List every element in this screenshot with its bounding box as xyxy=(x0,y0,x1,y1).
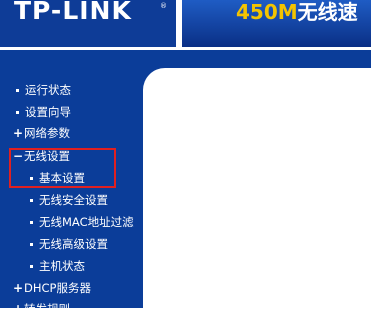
sidebar-item-label: DHCP服务器 xyxy=(24,281,91,295)
bullet-icon xyxy=(30,199,33,202)
sidebar-item-label: 无线MAC地址过滤 xyxy=(39,215,134,229)
registered-mark: ® xyxy=(160,2,167,10)
tp-link-logo: TP-LINK ® xyxy=(0,0,176,47)
bullet-icon xyxy=(30,265,33,268)
sidebar-item-wireless-advanced[interactable]: 无线高级设置 xyxy=(30,234,108,254)
product-banner: 450M无线速 xyxy=(182,0,371,47)
brand-name: TP-LINK xyxy=(14,0,132,25)
bullet-icon xyxy=(30,221,33,224)
header: TP-LINK ® 450M无线速 xyxy=(0,0,371,50)
sidebar-item-network[interactable]: +网络参数 xyxy=(13,123,70,143)
sidebar-item-label: 运行状态 xyxy=(25,83,71,97)
sidebar-item-wireless-security[interactable]: 无线安全设置 xyxy=(30,190,108,210)
sidebar-item-status[interactable]: 运行状态 xyxy=(16,80,71,100)
sidebar-item-setup-wizard[interactable]: 设置向导 xyxy=(16,102,71,122)
sidebar-item-forwarding[interactable]: +转发规则 xyxy=(13,299,70,319)
highlight-box xyxy=(9,148,116,188)
bullet-icon xyxy=(16,111,19,114)
plus-icon: + xyxy=(13,302,24,316)
sidebar-item-label: 网络参数 xyxy=(24,126,70,140)
sidebar-item-label: 设置向导 xyxy=(25,105,71,119)
banner-speed: 450M xyxy=(236,0,298,24)
bullet-icon xyxy=(30,243,33,246)
sidebar-item-dhcp[interactable]: +DHCP服务器 xyxy=(13,278,91,298)
plus-icon: + xyxy=(13,281,24,295)
sidebar-item-mac-filter[interactable]: 无线MAC地址过滤 xyxy=(30,212,134,232)
sidebar-item-host-status[interactable]: 主机状态 xyxy=(30,256,85,276)
bullet-icon xyxy=(16,89,19,92)
sidebar-item-label: 无线高级设置 xyxy=(39,237,108,251)
sidebar-item-label: 主机状态 xyxy=(39,259,85,273)
plus-icon: + xyxy=(13,126,24,140)
sidebar-item-label: 无线安全设置 xyxy=(39,193,108,207)
banner-label: 无线速 xyxy=(297,0,358,24)
banner-text: 450M无线速 xyxy=(236,0,358,25)
sidebar-item-label: 转发规则 xyxy=(24,302,70,316)
main-content-panel xyxy=(143,68,371,328)
